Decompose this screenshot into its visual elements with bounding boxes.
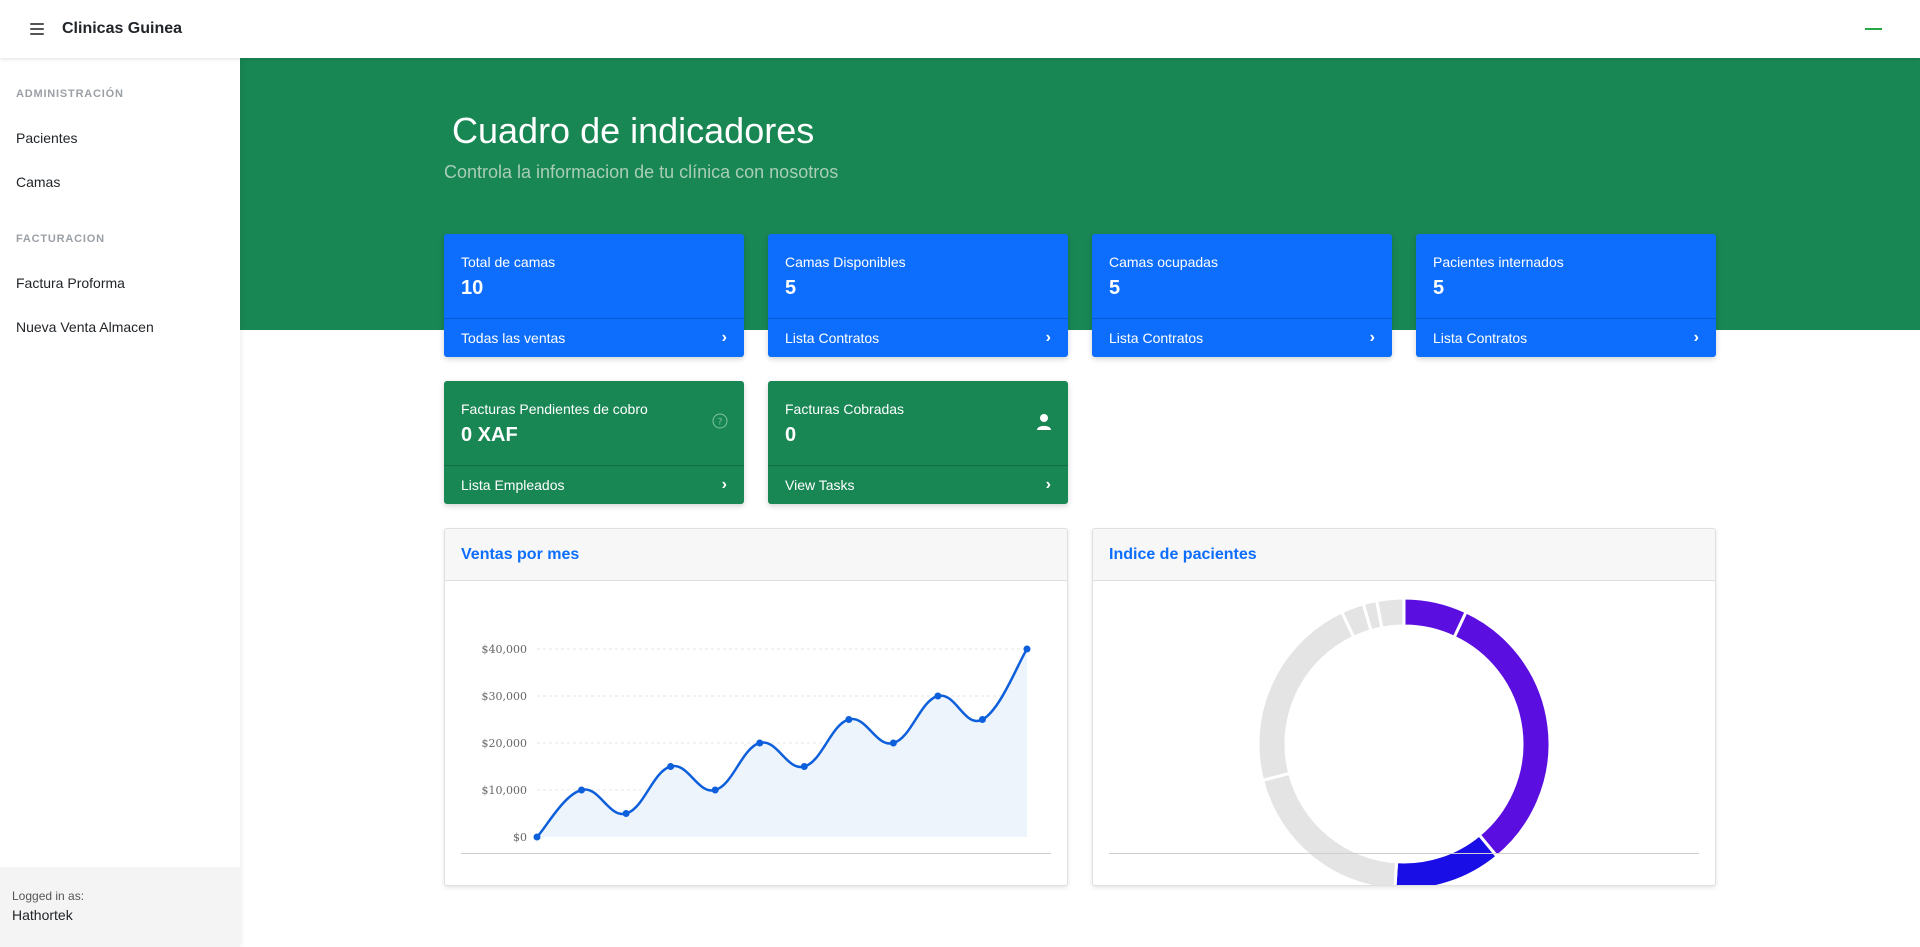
panel-divider — [1109, 853, 1699, 854]
data-point[interactable] — [1023, 645, 1031, 653]
card-facturas-cobradas: Facturas Cobradas 0 View Tasks › — [768, 381, 1068, 504]
sidebar-item-nueva-venta-almacen[interactable]: Nueva Venta Almacen — [16, 319, 154, 335]
data-point[interactable] — [800, 763, 808, 770]
card-value: 0 — [785, 424, 797, 446]
card-value: 5 — [1109, 277, 1121, 299]
card-value: 0 XAF — [461, 424, 518, 446]
sidebar-heading-facturacion: FACTURACION — [16, 233, 105, 245]
y-tick-label: $0 — [513, 831, 527, 844]
card-label: Total de camas — [461, 254, 556, 270]
donut-slice[interactable] — [1256, 609, 1356, 783]
card-label: Facturas Pendientes de cobro — [461, 401, 648, 417]
card-value: 5 — [785, 277, 797, 299]
sidebar-item-pacientes[interactable]: Pacientes — [16, 130, 77, 146]
card-footer-label: Lista Contratos — [1433, 330, 1528, 346]
card-footer-link[interactable]: Todas las ventas › — [444, 318, 744, 357]
data-point[interactable] — [667, 763, 675, 770]
y-tick-label: $20,000 — [482, 737, 528, 750]
sidebar-item-factura-proforma[interactable]: Factura Proforma — [16, 275, 125, 291]
data-point[interactable] — [934, 692, 942, 700]
patients-donut-chart — [1256, 596, 1552, 886]
panel-header: Ventas por mes — [445, 529, 1067, 581]
svg-text:?: ? — [718, 418, 723, 428]
card-footer-link[interactable]: View Tasks › — [768, 465, 1068, 504]
panel-divider — [461, 853, 1051, 854]
page-subtitle: Controla la informacion de tu clínica co… — [444, 162, 839, 182]
card-footer-link[interactable]: Lista Contratos › — [1416, 318, 1716, 357]
y-tick-label: $30,000 — [482, 690, 528, 703]
sidebar: ADMINISTRACIÓN Pacientes Camas FACTURACI… — [0, 58, 240, 947]
card-footer-link[interactable]: Lista Contratos › — [768, 318, 1068, 357]
question-circle-icon: ? — [712, 413, 728, 429]
chevron-right-icon: › — [1045, 476, 1051, 493]
card-footer-label: Lista Empleados — [461, 477, 565, 493]
panel-title: Indice de pacientes — [1109, 545, 1257, 563]
card-footer-label: Todas las ventas — [461, 330, 566, 346]
card-footer-label: Lista Contratos — [1109, 330, 1204, 346]
card-footer-label: View Tasks — [785, 477, 855, 493]
chevron-right-icon: › — [1369, 329, 1375, 346]
brand-title[interactable]: Clinicas Guinea — [62, 20, 182, 38]
data-point[interactable] — [533, 833, 541, 841]
user-icon — [1037, 414, 1051, 430]
sidebar-heading-administracion: ADMINISTRACIÓN — [16, 88, 124, 100]
donut-slice[interactable] — [1260, 771, 1399, 886]
menu-toggle-icon[interactable] — [30, 23, 44, 35]
data-point[interactable] — [845, 716, 853, 723]
logged-in-label: Logged in as: — [12, 889, 85, 903]
y-tick-label: $40,000 — [482, 643, 528, 656]
card-label: Camas Disponibles — [785, 254, 906, 270]
data-point[interactable] — [711, 786, 719, 794]
panel-title: Ventas por mes — [461, 545, 580, 563]
card-pacientes-internados: Pacientes internados 5 Lista Contratos › — [1416, 234, 1716, 357]
card-label: Pacientes internados — [1433, 254, 1564, 270]
card-total-camas: Total de camas 10 Todas las ventas › — [444, 234, 744, 357]
donut-slice[interactable] — [1393, 832, 1500, 886]
data-point[interactable] — [756, 739, 764, 747]
card-value: 5 — [1433, 277, 1445, 299]
panel-indice-de-pacientes: Indice de pacientes — [1092, 528, 1716, 886]
panel-ventas-por-mes: Ventas por mes $0 $10,000 $20,000 $30,000 $4… — [444, 528, 1068, 886]
data-point[interactable] — [622, 810, 630, 817]
chevron-right-icon: › — [721, 476, 727, 493]
sidebar-footer: Logged in as: Hathortek — [0, 867, 240, 947]
logged-in-user: Hathortek — [12, 907, 73, 923]
card-footer-label: Lista Contratos — [785, 330, 880, 346]
page-title: Cuadro de indicadores — [452, 110, 815, 151]
donut-slice[interactable] — [1374, 596, 1406, 630]
card-label: Facturas Cobradas — [785, 401, 905, 417]
card-label: Camas ocupadas — [1109, 254, 1218, 270]
data-point[interactable] — [978, 716, 986, 723]
sidebar-item-camas[interactable]: Camas — [16, 174, 60, 190]
card-value: 10 — [461, 277, 484, 299]
chevron-right-icon: › — [1045, 329, 1051, 346]
y-tick-label: $10,000 — [482, 784, 528, 797]
card-footer-link[interactable]: Lista Empleados › — [444, 465, 744, 504]
panel-header: Indice de pacientes — [1093, 529, 1715, 581]
status-indicator — [1865, 28, 1882, 30]
card-facturas-pendientes: Facturas Pendientes de cobro 0 XAF ? Lis… — [444, 381, 744, 504]
chevron-right-icon: › — [1693, 329, 1699, 346]
card-camas-ocupadas: Camas ocupadas 5 Lista Contratos › — [1092, 234, 1392, 357]
donut-slice[interactable] — [1452, 609, 1552, 859]
chevron-right-icon: › — [721, 329, 727, 346]
sales-line-chart: $0$10,000$20,000$30,000$40,000JanMarMayJ… — [482, 643, 1031, 844]
card-camas-disponibles: Camas Disponibles 5 Lista Contratos › — [768, 234, 1068, 357]
card-footer-link[interactable]: Lista Contratos › — [1092, 318, 1392, 357]
data-point[interactable] — [578, 786, 586, 794]
top-navbar: Clinicas Guinea — [0, 0, 1920, 58]
data-point[interactable] — [889, 739, 897, 747]
